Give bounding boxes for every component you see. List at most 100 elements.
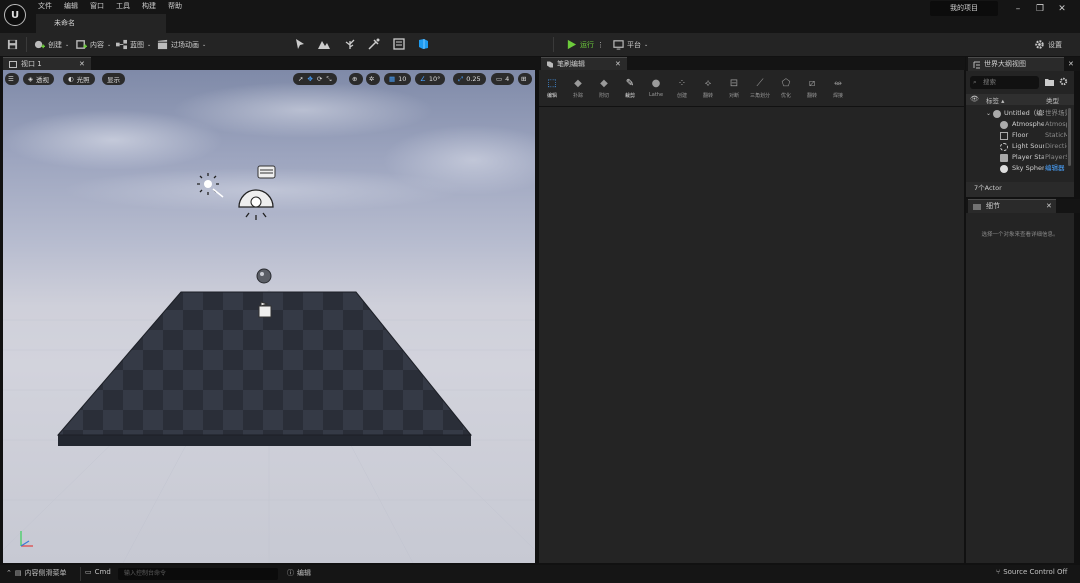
close-tab-icon[interactable]: ✕ [1046,200,1052,213]
brush-tool-optimize[interactable]: ⬠ 优化 [773,70,799,106]
create-button[interactable]: 创建 ⌄ [34,37,69,52]
surface-snap-toggle[interactable]: ✲ [366,73,380,85]
eye-icon[interactable]: 👁 [970,95,979,103]
viewport-menu-button[interactable]: ☰ [5,73,19,85]
viewport-tab[interactable]: 视口 1 ✕ [3,57,91,70]
lit-button[interactable]: ◐ 光照 [63,73,95,85]
scale-snap-button[interactable]: ⤢ 0.25 [453,73,486,85]
brush-tool-edit[interactable]: ⬚ 编辑 [539,70,565,106]
column-label[interactable]: 标签 ▴ [986,95,1004,105]
rotation-snap-value: 10° [428,75,441,83]
platform-button[interactable]: 平台 ⌄ [613,37,648,52]
viewport-layout-button[interactable]: ⊞ [518,73,532,85]
menu-build[interactable]: 构建 [136,0,162,12]
outliner-row-name: Untitled（编辑器） [1004,109,1044,117]
folder-add-icon[interactable] [1045,78,1054,86]
outliner-row[interactable]: Light Source DirectionalLight [966,141,1067,152]
outliner-row[interactable]: Player Start PlayerStart [966,152,1067,163]
brush-editing-mode-icon[interactable] [417,38,429,50]
menu-tools[interactable]: 工具 [110,0,136,12]
close-tab-icon[interactable]: ✕ [79,58,85,70]
close-tab-icon[interactable]: ✕ [615,58,621,70]
brush-tool-label: 翻转 [806,92,817,99]
outliner-icon [973,61,980,69]
minimize-icon[interactable]: – [1010,2,1026,16]
outliner-tab-bar: 世界大纲视图 ✕ [966,57,1080,71]
show-button[interactable]: 显示 [102,73,125,85]
mesh-paint-mode-icon[interactable] [368,38,380,50]
brush-tool-triangulate[interactable]: ⟋ 三角划分 [747,70,773,106]
brush-icon [547,61,553,68]
outliner-tab[interactable]: 世界大纲视图 ✕ [968,57,1074,71]
chevron-down-icon[interactable]: ⌄ [986,108,991,119]
brush-tool-lathe[interactable]: ● Lathe [643,70,669,106]
fracture-mode-icon[interactable] [393,38,405,50]
column-type[interactable]: 类型 [1046,95,1059,105]
content-icon [76,40,87,49]
brush-tool-bevel[interactable]: ◆ 附切 [591,70,617,106]
clapperboard-icon [157,39,168,50]
move-icon[interactable]: ✥ [307,75,312,83]
play-button[interactable]: 运行 ⋮ [566,37,604,52]
console-command-input[interactable]: 输入控制台命令 [118,568,278,580]
gear-icon[interactable] [1059,77,1068,86]
outliner-search-input[interactable]: ⌕ 搜索 [970,76,1039,89]
derived-data-button[interactable]: ⓘ 编辑 [287,568,311,578]
more-options-icon[interactable]: ⋮ [597,41,604,49]
rotate-icon[interactable]: ⟳ [317,75,322,83]
blueprint-button[interactable]: 蓝图 ⌄ [116,37,151,52]
save-button[interactable] [7,37,18,52]
content-button[interactable]: 内容 ⌄ [76,37,111,52]
brush-tools-bar: ⬚ 编辑 ◆ 扑踪 ◆ 附切 ✎ 裁剪 ● Lathe ⁘ 创建 ⟡ 翻转 ⊟ 对断 ⟋ 三角划分… [539,70,964,106]
outliner-row[interactable]: Floor StaticMesh [966,130,1067,141]
details-panel [966,213,1074,563]
menu-bar: 文件 编辑 窗口 工具 构建 帮助 [32,0,188,12]
menu-file[interactable]: 文件 [32,0,58,12]
close-tab-icon[interactable]: ✕ [1068,58,1074,71]
chevron-down-icon: ⌄ [65,41,70,48]
outliner-row[interactable]: Atmosphere Atmosphere [966,119,1067,130]
outliner-scrollbar[interactable] [1068,108,1071,166]
cloud [173,82,433,138]
select-cursor-icon[interactable]: ➚ [298,75,303,83]
menu-help[interactable]: 帮助 [162,0,188,12]
select-mode-icon[interactable] [294,38,306,50]
cinematics-button[interactable]: 过场动画 ⌄ [157,37,206,52]
player-start-icon [1000,154,1008,162]
outliner-row-type[interactable]: 编辑器 [1045,163,1067,174]
camera-speed-button[interactable]: ▭ 4 [491,73,515,85]
unreal-logo-icon[interactable]: U [4,4,26,26]
brush-tool-extrude[interactable]: ◆ 扑踪 [565,70,591,106]
brush-tool-split[interactable]: ⊟ 对断 [721,70,747,106]
split-icon: ⊟ [729,77,739,89]
outliner-row[interactable]: Sky Sphere 编辑器 [966,163,1066,174]
cmd-selector[interactable]: ▭ Cmd [85,568,111,576]
maximize-icon[interactable]: ❐ [1032,2,1048,16]
document-tab[interactable]: 未命名 [36,14,166,33]
grid-snap-button[interactable]: ▦ 10 [384,73,412,85]
close-icon[interactable]: ✕ [1054,2,1070,16]
brush-tool-clip[interactable]: ✎ 裁剪 [617,70,643,106]
chevron-down-icon: ⌄ [107,41,112,48]
sphere-actor[interactable] [256,268,272,284]
outliner-row[interactable]: ⌄ Untitled（编辑器） 世界场景 [966,108,1067,119]
settings-button[interactable]: 设置 [1034,37,1062,52]
brush-tool-create[interactable]: ⁘ 创建 [669,70,695,106]
menu-window[interactable]: 窗口 [84,0,110,12]
outliner-row-name: Player Start [1012,153,1044,161]
brush-tool-weld[interactable]: ⥈ 焊接 [825,70,851,106]
rotation-snap-button[interactable]: ∠ 10° [415,73,446,85]
source-control-button[interactable]: ⑂ Source Control Off [996,568,1067,576]
foliage-mode-icon[interactable] [344,38,356,50]
world-local-toggle[interactable]: ⊕ [349,73,363,85]
level-viewport[interactable]: ☰ ◈ 透视 ◐ 光照 显示 ➚ ✥ ⟳ ⤡ ⊕ ✲ ▦ 10 ∠ 10° ⤢ 0.25 … [3,70,535,563]
brush-tool-flip-normal[interactable]: ⧄ 翻转 [799,70,825,106]
content-drawer-button[interactable]: ⌃ ▤ 内容侧滑菜单 [6,568,67,578]
menu-edit[interactable]: 编辑 [58,0,84,12]
scale-icon[interactable]: ⤡ [326,75,331,84]
brush-tool-flip[interactable]: ⟡ 翻转 [695,70,721,106]
brush-editor-tab[interactable]: 笔刷编辑 ✕ [541,57,627,70]
details-tab[interactable]: 细节 ✕ [968,199,1056,213]
perspective-button[interactable]: ◈ 透视 [23,73,54,85]
landscape-mode-icon[interactable] [318,38,330,50]
